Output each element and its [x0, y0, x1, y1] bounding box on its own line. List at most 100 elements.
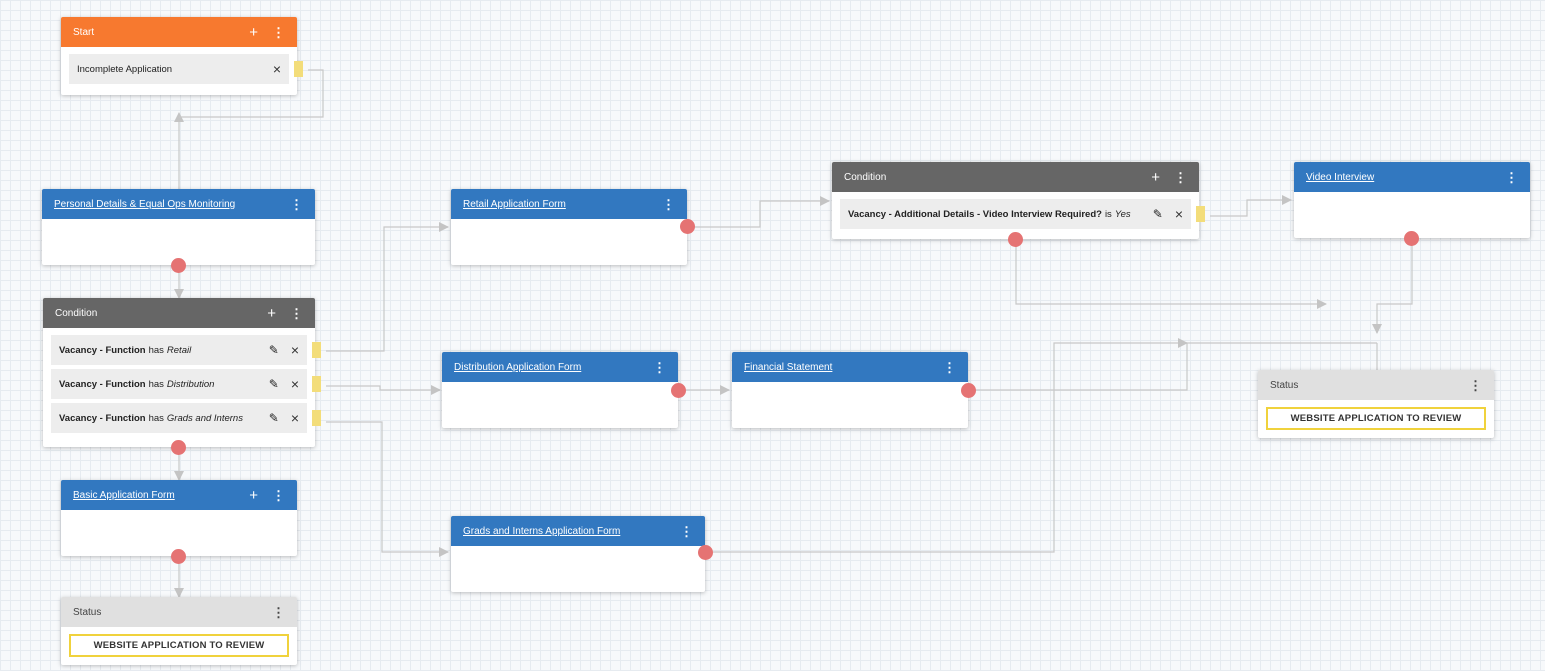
start-item-label: Incomplete Application: [77, 63, 173, 75]
status-left-title: Status: [73, 606, 102, 618]
menu-icon[interactable]: ⋮: [1505, 171, 1518, 184]
connector-dot[interactable]: [171, 549, 186, 564]
start-title: Start: [73, 26, 95, 38]
start-header: Start + ⋮: [61, 17, 297, 47]
menu-icon[interactable]: ⋮: [290, 198, 303, 211]
video-interview-link[interactable]: Video Interview: [1306, 172, 1491, 183]
menu-icon[interactable]: ⋮: [290, 307, 303, 320]
connector-dot[interactable]: [698, 545, 713, 560]
add-icon[interactable]: +: [267, 306, 276, 321]
video-interview-node[interactable]: Video Interview ⋮: [1294, 162, 1530, 238]
condition-value: Distribution: [166, 378, 215, 390]
menu-icon[interactable]: ⋮: [272, 26, 285, 39]
status-left-body: WEBSITE APPLICATION TO REVIEW: [61, 627, 297, 664]
menu-icon[interactable]: ⋮: [272, 489, 285, 502]
condition-row-distribution[interactable]: Vacancy - Function has Distribution ✎ ×: [51, 369, 321, 399]
condition-field: Vacancy - Function: [59, 344, 146, 356]
menu-icon[interactable]: ⋮: [653, 361, 666, 374]
connector-dot[interactable]: [680, 219, 695, 234]
connector-condition-to-status: [1015, 244, 1327, 309]
grads-form-header: Grads and Interns Application Form ⋮: [451, 516, 705, 546]
connector-dot[interactable]: [671, 383, 686, 398]
add-icon[interactable]: +: [249, 488, 258, 503]
connector-dot[interactable]: [1008, 232, 1023, 247]
connector-retail: [326, 222, 449, 352]
distribution-form-header: Distribution Application Form ⋮: [442, 352, 678, 382]
financial-statement-header: Financial Statement ⋮: [732, 352, 968, 382]
pencil-icon[interactable]: ✎: [269, 343, 279, 357]
close-icon[interactable]: ×: [291, 342, 299, 358]
add-icon[interactable]: +: [249, 25, 258, 40]
condition-left-header: Condition + ⋮: [43, 298, 315, 328]
connector-distribution: [326, 385, 441, 395]
connector-video-to-status: [1372, 243, 1413, 334]
menu-icon[interactable]: ⋮: [272, 606, 285, 619]
personal-details-node[interactable]: Personal Details & Equal Ops Monitoring …: [42, 189, 315, 265]
close-icon[interactable]: ×: [1175, 206, 1183, 222]
financial-statement-link[interactable]: Financial Statement: [744, 362, 929, 373]
status-right-body: WEBSITE APPLICATION TO REVIEW: [1258, 400, 1494, 437]
condition-operator: has: [148, 344, 164, 356]
condition-node-right[interactable]: Condition + ⋮ Vacancy - Additional Detai…: [832, 162, 1205, 239]
personal-details-header: Personal Details & Equal Ops Monitoring …: [42, 189, 315, 219]
condition-operator: has: [148, 412, 164, 424]
condition-node-left[interactable]: Condition + ⋮ Vacancy - Function has Ret…: [43, 298, 321, 447]
add-icon[interactable]: +: [1151, 170, 1160, 185]
basic-form-node[interactable]: Basic Application Form + ⋮: [61, 480, 297, 556]
condition-operator: is: [1104, 208, 1112, 220]
close-icon[interactable]: ×: [291, 376, 299, 392]
condition-value: Yes: [1114, 208, 1131, 220]
close-icon[interactable]: ×: [273, 61, 281, 77]
connector-handle[interactable]: [312, 376, 321, 392]
connector-handle[interactable]: [312, 410, 321, 426]
connector-handle[interactable]: [294, 61, 303, 77]
basic-form-link[interactable]: Basic Application Form: [73, 490, 235, 501]
pencil-icon[interactable]: ✎: [269, 377, 279, 391]
menu-icon[interactable]: ⋮: [680, 525, 693, 538]
status-badge: WEBSITE APPLICATION TO REVIEW: [1266, 407, 1486, 430]
status-node-right[interactable]: Status ⋮ WEBSITE APPLICATION TO REVIEW: [1258, 370, 1494, 438]
connector-dot[interactable]: [171, 258, 186, 273]
start-item[interactable]: Incomplete Application ×: [69, 54, 303, 84]
condition-left-body: Vacancy - Function has Retail ✎ × Vacanc…: [43, 328, 321, 444]
start-body: Incomplete Application ×: [61, 47, 303, 95]
connector-retail-to-condition: [694, 196, 830, 228]
connector-dot[interactable]: [961, 383, 976, 398]
connector-dot[interactable]: [1404, 231, 1419, 246]
status-right-header: Status ⋮: [1258, 370, 1494, 400]
close-icon[interactable]: ×: [291, 410, 299, 426]
retail-form-node[interactable]: Retail Application Form ⋮: [451, 189, 687, 265]
condition-row-grads[interactable]: Vacancy - Function has Grads and Interns…: [51, 403, 321, 433]
menu-icon[interactable]: ⋮: [662, 198, 675, 211]
condition-right-header: Condition + ⋮: [832, 162, 1199, 192]
grads-form-node[interactable]: Grads and Interns Application Form ⋮: [451, 516, 705, 592]
distribution-form-link[interactable]: Distribution Application Form: [454, 362, 639, 373]
condition-row-video[interactable]: Vacancy - Additional Details - Video Int…: [840, 199, 1205, 229]
condition-row-retail[interactable]: Vacancy - Function has Retail ✎ ×: [51, 335, 321, 365]
pencil-icon[interactable]: ✎: [1153, 207, 1163, 221]
personal-details-link[interactable]: Personal Details & Equal Ops Monitoring: [54, 199, 276, 210]
retail-form-link[interactable]: Retail Application Form: [463, 199, 648, 210]
grads-form-link[interactable]: Grads and Interns Application Form: [463, 526, 666, 537]
pencil-icon[interactable]: ✎: [269, 411, 279, 425]
financial-statement-node[interactable]: Financial Statement ⋮: [732, 352, 968, 428]
distribution-form-node[interactable]: Distribution Application Form ⋮: [442, 352, 678, 428]
retail-form-header: Retail Application Form ⋮: [451, 189, 687, 219]
condition-operator: has: [148, 378, 164, 390]
menu-icon[interactable]: ⋮: [943, 361, 956, 374]
status-node-left[interactable]: Status ⋮ WEBSITE APPLICATION TO REVIEW: [61, 597, 297, 665]
video-interview-header: Video Interview ⋮: [1294, 162, 1530, 192]
menu-icon[interactable]: ⋮: [1469, 379, 1482, 392]
status-right-title: Status: [1270, 379, 1299, 391]
condition-value: Grads and Interns: [166, 412, 243, 424]
condition-left-title: Condition: [55, 307, 98, 319]
connector-handle[interactable]: [312, 342, 321, 358]
connector-grads: [326, 421, 449, 557]
menu-icon[interactable]: ⋮: [1174, 171, 1187, 184]
condition-value: Retail: [166, 344, 192, 356]
condition-field: Vacancy - Function: [59, 412, 146, 424]
condition-right-title: Condition: [844, 171, 887, 183]
connector-handle[interactable]: [1196, 206, 1205, 222]
connector-dot[interactable]: [171, 440, 186, 455]
start-node[interactable]: Start + ⋮ Incomplete Application ×: [61, 17, 303, 95]
